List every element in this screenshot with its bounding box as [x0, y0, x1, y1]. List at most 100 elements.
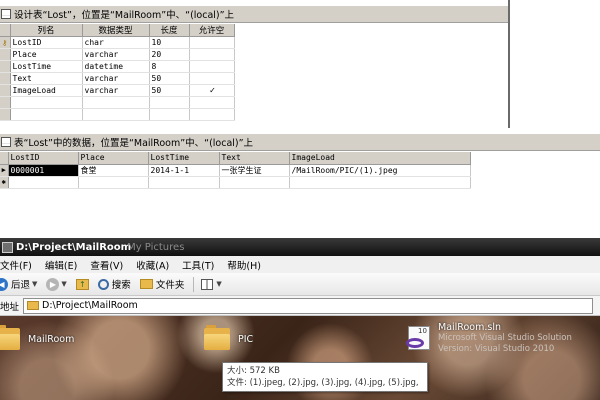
menu-tools[interactable]: 工具(T) [182, 258, 214, 272]
column-name-cell[interactable]: LostTime [10, 60, 83, 73]
empty-cell[interactable] [82, 96, 150, 109]
row-selector[interactable] [0, 72, 11, 85]
forward-button[interactable]: ▶ ▼ [46, 277, 67, 291]
folder-item-pic[interactable]: PIC [204, 325, 253, 350]
length-cell[interactable]: 20 [149, 48, 190, 61]
column-header[interactable]: 长度 [149, 24, 190, 37]
tooltip-files: 文件: (1).jpeg, (2).jpg, (3).jpg, (4).jpg,… [227, 378, 419, 400]
file-type-label: Microsoft Visual Studio Solution [438, 333, 572, 343]
empty-cell[interactable] [148, 176, 220, 189]
column-header[interactable]: Place [78, 152, 149, 165]
folder-tooltip: 大小: 572 KB 文件: (1).jpeg, (2).jpg, (3).jp… [222, 362, 428, 400]
design-panel-title: 设计表“Lost”，位置是“MailRoom”中、“(local)”上 [14, 10, 235, 21]
column-name-cell[interactable]: LostID [10, 36, 83, 49]
back-button[interactable]: ◀ 后退 ▼ [0, 277, 37, 291]
design-grid-header: 列名 数据类型 长度 允许空 [0, 24, 235, 37]
losttime-cell[interactable]: 2014-1-1 [148, 164, 220, 177]
views-button[interactable]: ▼ [201, 278, 222, 290]
data-type-cell[interactable]: char [82, 36, 150, 49]
length-cell[interactable]: 50 [149, 72, 190, 85]
search-label: 搜索 [111, 280, 131, 291]
folders-label: 文件夹 [155, 280, 185, 291]
column-name-cell[interactable]: Text [10, 72, 83, 85]
empty-cell[interactable] [189, 96, 235, 109]
address-value[interactable]: D:\Project\MailRoom [42, 300, 138, 311]
chevron-down-icon[interactable]: ▼ [32, 280, 37, 288]
row-selector[interactable] [0, 48, 11, 61]
chevron-down-icon[interactable]: ▼ [61, 280, 66, 288]
nullable-cell[interactable] [189, 72, 235, 85]
empty-cell[interactable] [149, 108, 190, 121]
row-selector[interactable] [0, 60, 11, 73]
folders-button[interactable]: 文件夹 [139, 277, 185, 291]
folder-item-mailroom[interactable]: MailRoom [0, 325, 74, 350]
empty-cell[interactable] [8, 176, 79, 189]
row-selector[interactable] [0, 84, 11, 97]
table-row[interactable] [0, 108, 235, 121]
empty-cell[interactable] [149, 96, 190, 109]
menu-help[interactable]: 帮助(H) [227, 258, 261, 272]
visual-studio-solution-icon: 10 [404, 325, 432, 352]
column-header[interactable]: ImageLoad [289, 152, 471, 165]
row-selector[interactable] [0, 108, 11, 121]
nullable-cell[interactable] [189, 36, 235, 49]
column-header[interactable]: Text [219, 152, 290, 165]
empty-cell[interactable] [10, 96, 83, 109]
table-row[interactable]: ▶ 0000001 食堂 2014-1-1 一张学生证 /MailRoom/PI… [0, 164, 471, 177]
menu-favorites[interactable]: 收藏(A) [136, 258, 169, 272]
empty-cell[interactable] [78, 176, 149, 189]
chevron-down-icon[interactable]: ▼ [216, 280, 221, 288]
column-header[interactable]: 数据类型 [82, 24, 150, 37]
table-row[interactable]: Text varchar 50 [0, 72, 235, 85]
data-type-cell[interactable]: varchar [82, 84, 150, 97]
data-type-cell[interactable]: varchar [82, 48, 150, 61]
folder-up-icon: ↑ [75, 278, 89, 290]
empty-cell[interactable] [189, 108, 235, 121]
explorer-window: D:\Project\MailRoom My Pictures 文件(F) 编辑… [0, 238, 600, 400]
length-cell[interactable]: 50 [149, 84, 190, 97]
table-row[interactable]: Place varchar 20 [0, 48, 235, 61]
new-row-marker[interactable]: ✱ [0, 176, 9, 189]
text-cell[interactable]: 一张学生证 [219, 164, 290, 177]
table-row[interactable] [0, 96, 235, 109]
table-row[interactable]: ⚷ LostID char 10 [0, 36, 235, 49]
place-cell[interactable]: 食堂 [78, 164, 149, 177]
folders-icon [139, 279, 153, 289]
current-row-marker[interactable]: ▶ [0, 164, 9, 177]
length-cell[interactable]: 8 [149, 60, 190, 73]
search-button[interactable]: 搜索 [97, 277, 131, 291]
file-item-solution[interactable]: 10 MailRoom.sln Microsoft Visual Studio … [404, 322, 572, 355]
row-selector[interactable] [0, 96, 11, 109]
address-input[interactable]: D:\Project\MailRoom [23, 297, 594, 314]
toolbar: ◀ 后退 ▼ ▶ ▼ ↑ 搜索 文件夹 ▼ [0, 273, 600, 296]
menu-file[interactable]: 文件(F) [0, 258, 32, 272]
data-type-cell[interactable]: varchar [82, 72, 150, 85]
table-row[interactable]: LostTime datetime 8 [0, 60, 235, 73]
up-button[interactable]: ↑ [75, 278, 89, 290]
table-row[interactable]: ImageLoad varchar 50 ✓ [0, 84, 235, 97]
column-name-cell[interactable]: ImageLoad [10, 84, 83, 97]
imageload-cell[interactable]: /MailRoom/PIC/(1).jpeg [289, 164, 471, 177]
empty-cell[interactable] [219, 176, 290, 189]
column-header[interactable]: LostID [8, 152, 79, 165]
nullable-cell[interactable] [189, 48, 235, 61]
new-row[interactable]: ✱ [0, 176, 471, 189]
menu-view[interactable]: 查看(V) [90, 258, 123, 272]
nullable-checkmark[interactable]: ✓ [189, 84, 235, 97]
column-header[interactable]: 允许空 [189, 24, 235, 37]
empty-cell[interactable] [289, 176, 471, 189]
column-header[interactable]: 列名 [10, 24, 83, 37]
column-name-cell[interactable]: Place [10, 48, 83, 61]
explorer-title-bar[interactable]: D:\Project\MailRoom My Pictures [0, 238, 600, 256]
empty-cell[interactable] [82, 108, 150, 121]
length-cell[interactable]: 10 [149, 36, 190, 49]
lostid-cell[interactable]: 0000001 [8, 164, 79, 177]
column-header[interactable]: LostTime [148, 152, 220, 165]
address-label: 地址 [0, 301, 20, 313]
empty-cell[interactable] [10, 108, 83, 121]
nullable-cell[interactable] [189, 60, 235, 73]
views-icon [201, 278, 214, 290]
tooltip-size: 大小: 572 KB [227, 366, 280, 376]
menu-edit[interactable]: 编辑(E) [45, 258, 77, 272]
data-type-cell[interactable]: datetime [82, 60, 150, 73]
